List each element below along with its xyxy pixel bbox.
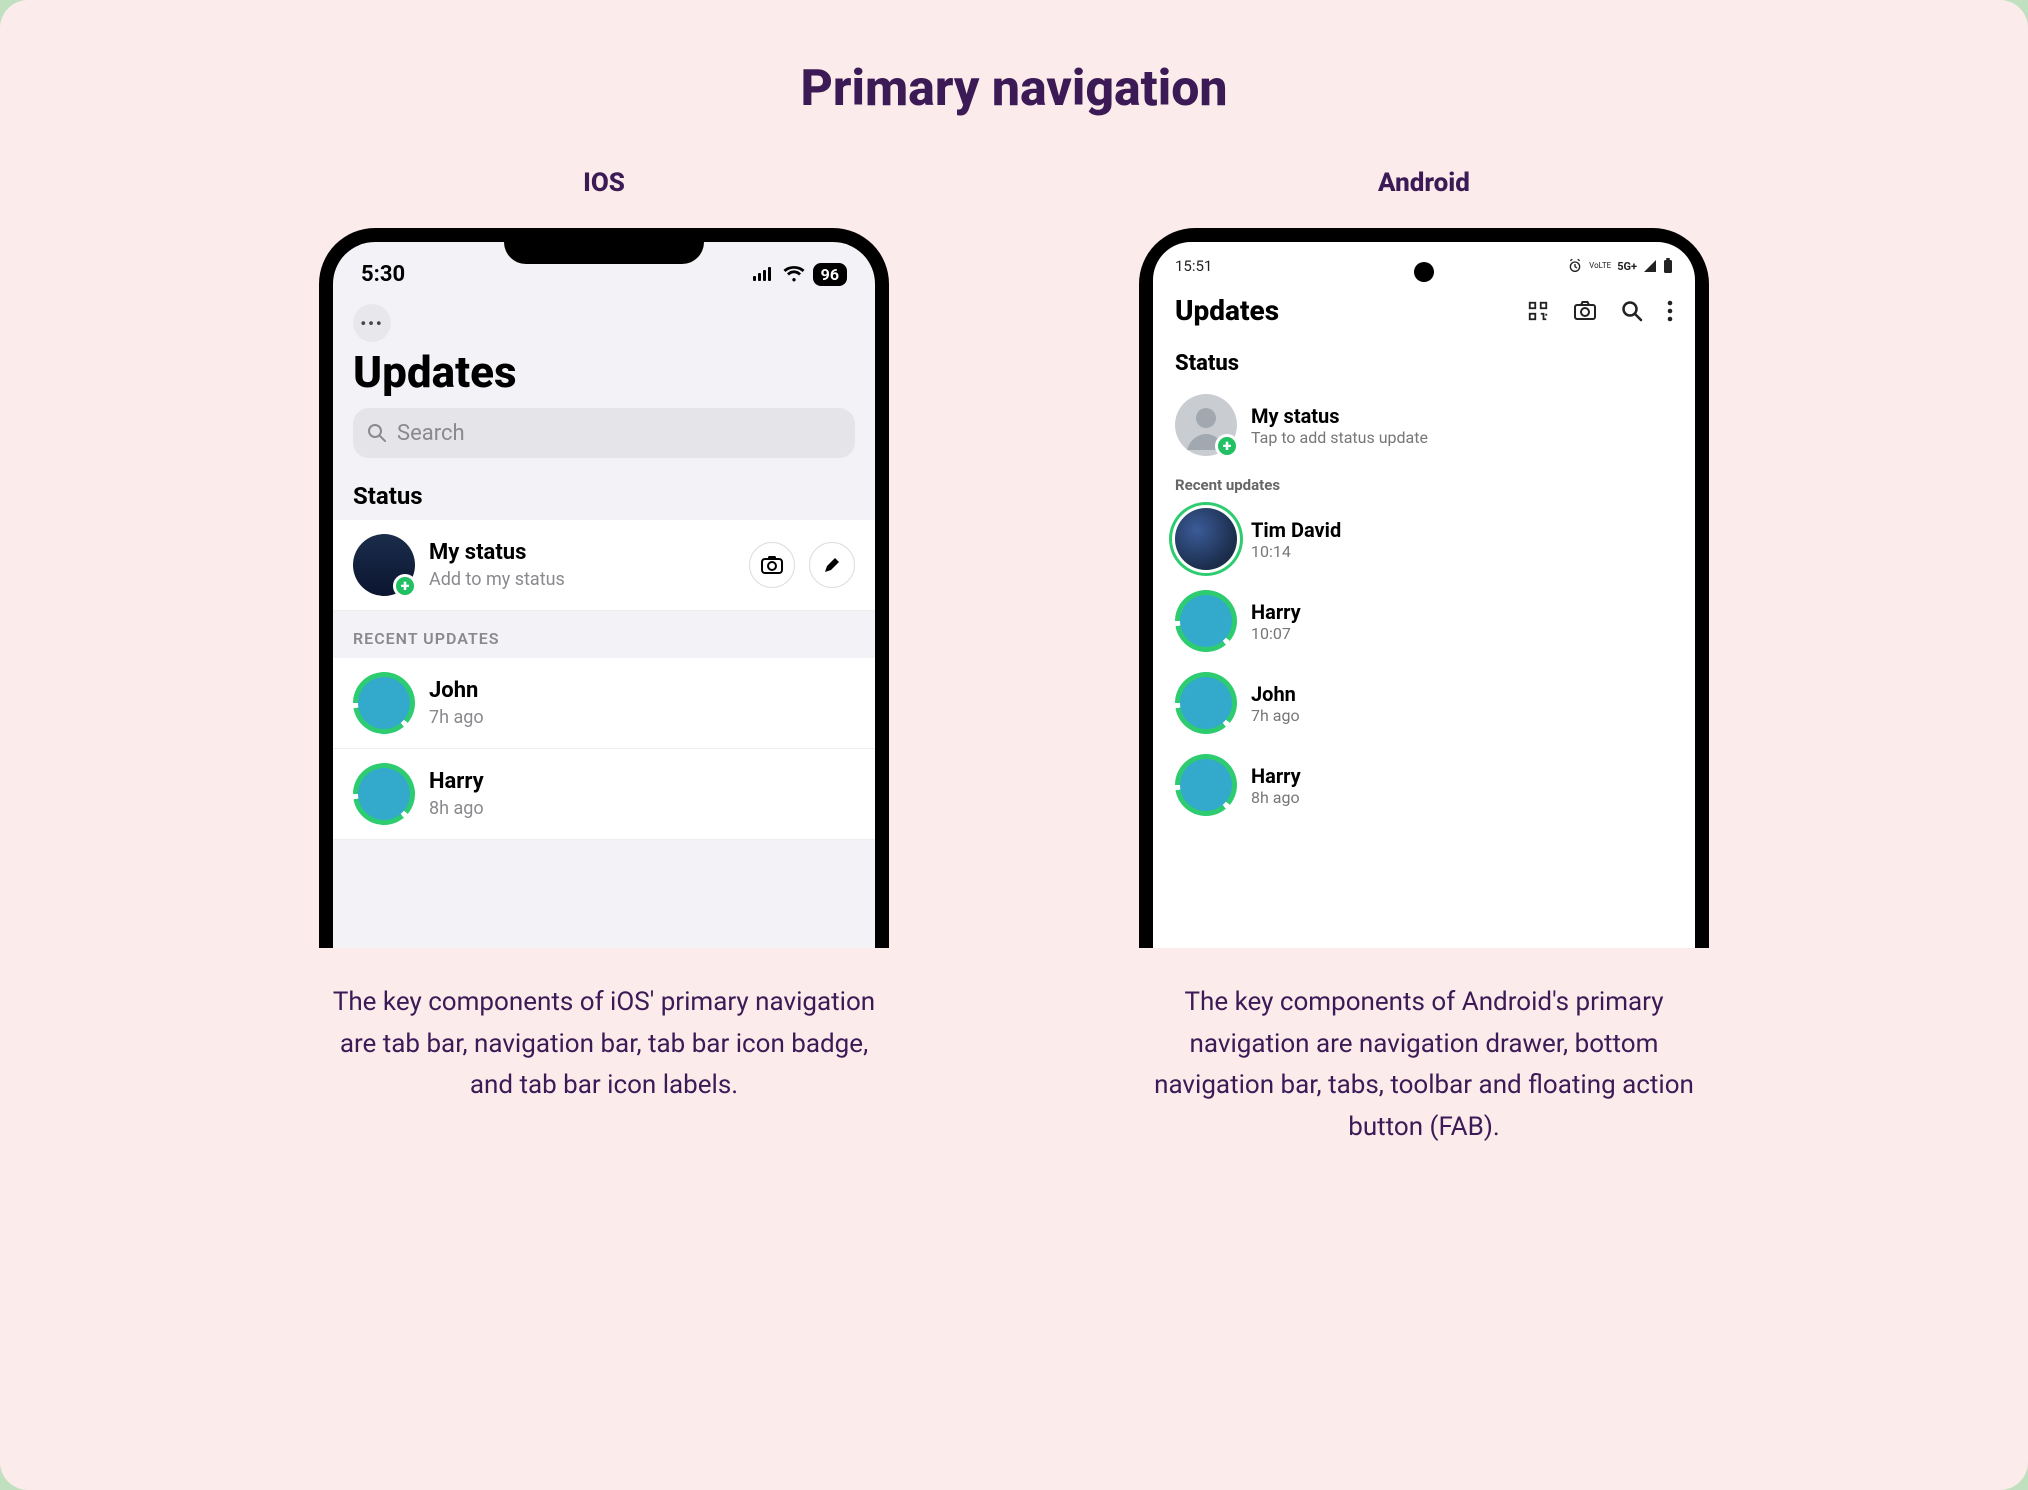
status-time: 7h ago [429, 706, 855, 729]
signal-icon [1643, 259, 1657, 273]
status-time: 7h ago [1251, 706, 1673, 725]
android-status-right: VoLTE 5G+ [1567, 258, 1673, 274]
my-status-avatar: + [1175, 394, 1237, 456]
my-status-row[interactable]: + My status Add to my status [333, 520, 875, 611]
my-status-row[interactable]: + My status Tap to add status update [1153, 384, 1695, 466]
recent-updates-header: Recent updates [1153, 466, 1695, 498]
ios-status-section-header: Status [333, 468, 875, 520]
plus-badge-icon: + [1215, 434, 1239, 458]
android-caption: The key components of Android's primary … [1144, 982, 1704, 1148]
my-status-name: My status [1251, 404, 1673, 428]
android-screen: 15:51 VoLTE 5G+ [1153, 242, 1695, 948]
network-label: 5G+ [1617, 260, 1637, 273]
status-avatar [1175, 754, 1237, 816]
android-label: Android [1378, 168, 1470, 198]
android-actions [1527, 300, 1673, 322]
my-status-name: My status [429, 539, 735, 568]
android-page-title: Updates [1175, 294, 1279, 327]
edit-button[interactable] [809, 542, 855, 588]
status-row[interactable]: Tim David 10:14 [1153, 498, 1695, 580]
android-status-section-header: Status [1153, 335, 1695, 384]
status-row[interactable]: John 7h ago [1153, 662, 1695, 744]
my-status-avatar: + [353, 534, 415, 596]
ios-phone-frame: 5:30 96 ••• [319, 228, 889, 948]
ios-status-right: 96 [753, 263, 847, 286]
camera-icon[interactable] [1573, 301, 1597, 321]
status-name: Harry [429, 768, 855, 797]
my-status-sub: Tap to add status update [1251, 428, 1673, 447]
status-avatar [1175, 590, 1237, 652]
figure-card: Primary navigation IOS 5:30 [0, 0, 2028, 1490]
android-app-bar: Updates [1153, 282, 1695, 335]
status-avatar [1175, 508, 1237, 570]
status-row[interactable]: Harry 8h ago [1153, 744, 1695, 826]
my-status-text: My status Add to my status [429, 539, 735, 591]
status-name: Harry [1251, 600, 1673, 624]
plus-badge-icon: + [393, 574, 417, 598]
status-avatar [1175, 672, 1237, 734]
columns: IOS 5:30 96 [60, 168, 1968, 1148]
search-icon[interactable] [1621, 300, 1643, 322]
wifi-icon [783, 266, 805, 282]
status-row[interactable]: John 7h ago [333, 658, 875, 749]
status-name: John [1251, 682, 1673, 706]
ios-status-time: 5:30 [361, 262, 405, 287]
status-time: 8h ago [1251, 788, 1673, 807]
cellular-icon [753, 267, 775, 281]
status-name: Harry [1251, 764, 1673, 788]
more-button[interactable]: ••• [353, 304, 391, 342]
android-column: Android 15:51 VoLTE 5G+ [1104, 168, 1744, 1148]
android-status-time: 15:51 [1175, 257, 1212, 275]
ios-caption: The key components of iOS' primary navig… [324, 982, 884, 1107]
status-name: Tim David [1251, 518, 1673, 542]
battery-level: 96 [813, 263, 847, 286]
ios-screen: 5:30 96 ••• [333, 242, 875, 948]
recent-updates-header: RECENT UPDATES [333, 611, 875, 658]
android-camera-punch [1414, 262, 1434, 282]
status-avatar [353, 763, 415, 825]
my-status-sub: Add to my status [429, 568, 735, 591]
status-time: 8h ago [429, 797, 855, 820]
status-name: John [429, 677, 855, 706]
volte-label: VoLTE [1589, 262, 1611, 270]
ios-column: IOS 5:30 96 [284, 168, 924, 1148]
camera-button[interactable] [749, 542, 795, 588]
search-placeholder: Search [397, 421, 465, 446]
status-row[interactable]: Harry 10:07 [1153, 580, 1695, 662]
ios-page-title: Updates [333, 342, 875, 408]
overflow-menu-icon[interactable] [1667, 300, 1673, 322]
ios-label: IOS [583, 168, 625, 198]
status-avatar [353, 672, 415, 734]
status-time: 10:14 [1251, 542, 1673, 561]
figure-title: Primary navigation [60, 60, 1968, 118]
ios-notch [504, 228, 704, 264]
android-phone-frame: 15:51 VoLTE 5G+ [1139, 228, 1709, 948]
search-icon [367, 423, 387, 443]
qr-icon[interactable] [1527, 300, 1549, 322]
status-time: 10:07 [1251, 624, 1673, 643]
status-row[interactable]: Harry 8h ago [333, 749, 875, 840]
search-input[interactable]: Search [353, 408, 855, 458]
alarm-icon [1567, 258, 1583, 274]
battery-icon [1663, 258, 1673, 274]
ios-more-row: ••• [333, 296, 875, 342]
